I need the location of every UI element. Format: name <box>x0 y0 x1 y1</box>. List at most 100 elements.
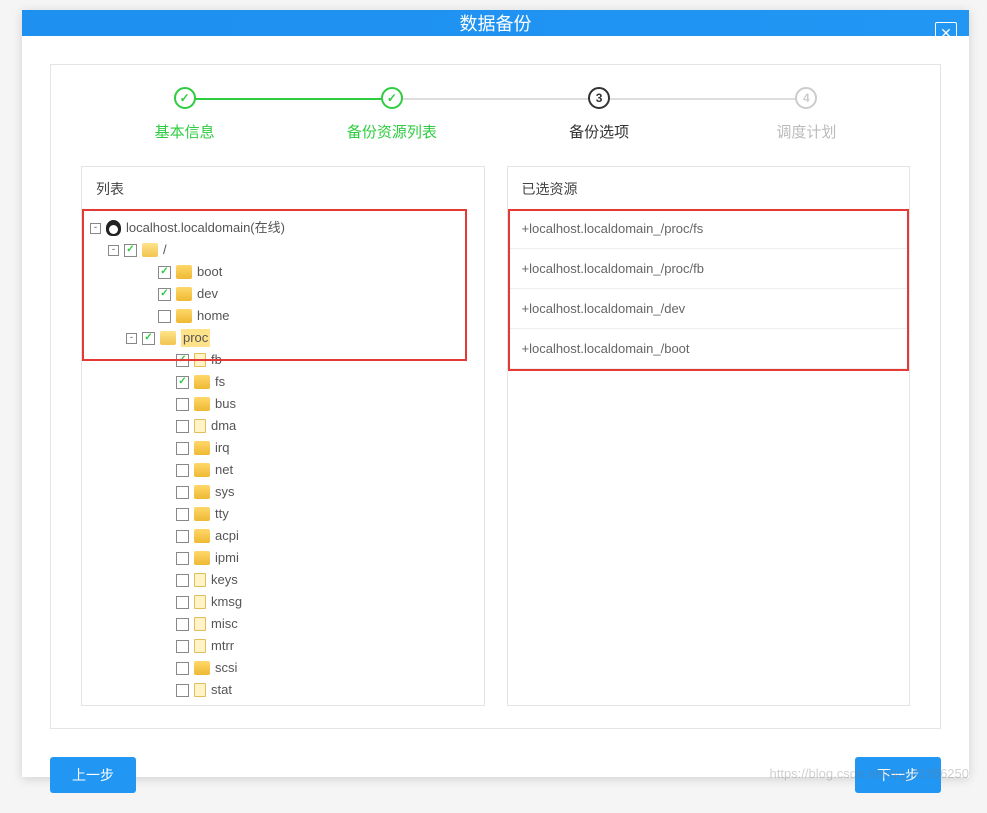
checkbox[interactable] <box>176 354 189 367</box>
tree-item-node[interactable]: fs <box>88 373 482 391</box>
step-resource-list[interactable]: ✓ 备份资源列表 <box>288 87 495 142</box>
checkbox[interactable] <box>176 552 189 565</box>
selected-resource-item[interactable]: +localhost.localdomain_/dev <box>508 289 910 329</box>
expander-placeholder <box>160 487 171 498</box>
folder-icon <box>194 661 210 675</box>
checkbox[interactable] <box>176 574 189 587</box>
next-button[interactable]: 下一步 <box>855 757 941 793</box>
tree-item-node[interactable]: stat <box>88 681 482 699</box>
folder-icon <box>194 551 210 565</box>
tree-item-node[interactable]: ipmi <box>88 549 482 567</box>
folder open-icon <box>160 331 176 345</box>
expander-placeholder <box>160 553 171 564</box>
checkbox[interactable] <box>176 398 189 411</box>
tree-scroll-area[interactable]: -localhost.localdomain(在线)-/bootdevhome-… <box>82 209 484 705</box>
checkbox[interactable] <box>176 442 189 455</box>
checkbox[interactable] <box>176 486 189 499</box>
tree-item-node[interactable]: mtrr <box>88 637 482 655</box>
tree-label: ipmi <box>215 549 239 567</box>
expander-placeholder <box>160 443 171 454</box>
folder-icon <box>176 309 192 323</box>
tree-rootfs-node[interactable]: -/ <box>88 241 482 259</box>
expander-placeholder <box>160 531 171 542</box>
tree-item-node[interactable]: acpi <box>88 527 482 545</box>
tree-host-node[interactable]: -localhost.localdomain(在线) <box>88 219 482 237</box>
checkbox[interactable] <box>176 376 189 389</box>
folder-icon <box>194 507 210 521</box>
expander-placeholder <box>160 509 171 520</box>
file-icon <box>194 353 206 367</box>
tree-label: / <box>163 241 167 259</box>
collapse-icon[interactable]: - <box>90 223 101 234</box>
step-number-icon: ✓ <box>174 87 196 109</box>
expander-placeholder <box>160 465 171 476</box>
checkbox[interactable] <box>158 288 171 301</box>
tree-label: scsi <box>215 659 237 677</box>
tree-folder-node[interactable]: boot <box>88 263 482 281</box>
file-icon <box>194 595 206 609</box>
checkbox[interactable] <box>142 332 155 345</box>
checkbox[interactable] <box>158 266 171 279</box>
panel-title: 列表 <box>82 166 484 209</box>
selected-list-area[interactable]: +localhost.localdomain_/proc/fs+localhos… <box>508 209 910 705</box>
tree-item-node[interactable]: irq <box>88 439 482 457</box>
prev-button[interactable]: 上一步 <box>50 757 136 793</box>
tree-item-node[interactable]: scsi <box>88 659 482 677</box>
tree-label: fb <box>211 351 222 369</box>
step-label: 调度计划 <box>776 121 836 142</box>
checkbox[interactable] <box>158 310 171 323</box>
step-label: 基本信息 <box>155 121 215 142</box>
folder-icon <box>194 463 210 477</box>
step-basic-info[interactable]: ✓ 基本信息 <box>81 87 288 142</box>
file-icon <box>194 573 206 587</box>
tree-item-node[interactable]: tty <box>88 505 482 523</box>
close-icon[interactable]: ✕ <box>935 22 957 44</box>
resource-tree-panel: 列表 -localhost.localdomain(在线)-/bootdevho… <box>81 166 485 706</box>
file-icon <box>194 617 206 631</box>
tree-label: irq <box>215 439 229 457</box>
tree-folder-node[interactable]: home <box>88 307 482 325</box>
checkbox[interactable] <box>124 244 137 257</box>
folder-icon <box>194 485 210 499</box>
folder-icon <box>176 265 192 279</box>
tree-item-node[interactable]: misc <box>88 615 482 633</box>
checkbox[interactable] <box>176 662 189 675</box>
checkbox[interactable] <box>176 530 189 543</box>
selected-list: +localhost.localdomain_/proc/fs+localhos… <box>508 209 910 369</box>
checkbox[interactable] <box>176 464 189 477</box>
folder-icon <box>194 375 210 389</box>
tree-item-node[interactable]: sys <box>88 483 482 501</box>
step-label: 备份资源列表 <box>347 121 437 142</box>
tree-item-node[interactable]: fb <box>88 351 482 369</box>
inner-card: ✓ 基本信息 ✓ 备份资源列表 3 备份选项 4 调度计划 <box>50 64 941 729</box>
checkbox[interactable] <box>176 420 189 433</box>
folder open-icon <box>142 243 158 257</box>
selected-resource-item[interactable]: +localhost.localdomain_/proc/fb <box>508 249 910 289</box>
checkbox[interactable] <box>176 684 189 697</box>
tree-item-node[interactable]: keys <box>88 571 482 589</box>
expander-placeholder <box>160 663 171 674</box>
expander-placeholder <box>160 685 171 696</box>
selected-resource-item[interactable]: +localhost.localdomain_/boot <box>508 329 910 369</box>
checkbox[interactable] <box>176 618 189 631</box>
tree-item-node[interactable]: bus <box>88 395 482 413</box>
expander-placeholder <box>142 267 153 278</box>
checkbox[interactable] <box>176 640 189 653</box>
step-number-icon: 3 <box>588 87 610 109</box>
step-schedule[interactable]: 4 调度计划 <box>703 87 910 142</box>
tree-label: boot <box>197 263 222 281</box>
tree-item-node[interactable]: kmsg <box>88 593 482 611</box>
step-connector <box>392 98 599 100</box>
checkbox[interactable] <box>176 508 189 521</box>
step-backup-options[interactable]: 3 备份选项 <box>496 87 703 142</box>
tree-item-node[interactable]: net <box>88 461 482 479</box>
tree-folder-node[interactable]: dev <box>88 285 482 303</box>
collapse-icon[interactable]: - <box>126 333 137 344</box>
selected-resource-item[interactable]: +localhost.localdomain_/proc/fs <box>508 209 910 249</box>
collapse-icon[interactable]: - <box>108 245 119 256</box>
tree-proc-node[interactable]: -proc <box>88 329 482 347</box>
tree-label: acpi <box>215 527 239 545</box>
tree-item-node[interactable]: dma <box>88 417 482 435</box>
penguin-icon <box>106 220 121 236</box>
checkbox[interactable] <box>176 596 189 609</box>
